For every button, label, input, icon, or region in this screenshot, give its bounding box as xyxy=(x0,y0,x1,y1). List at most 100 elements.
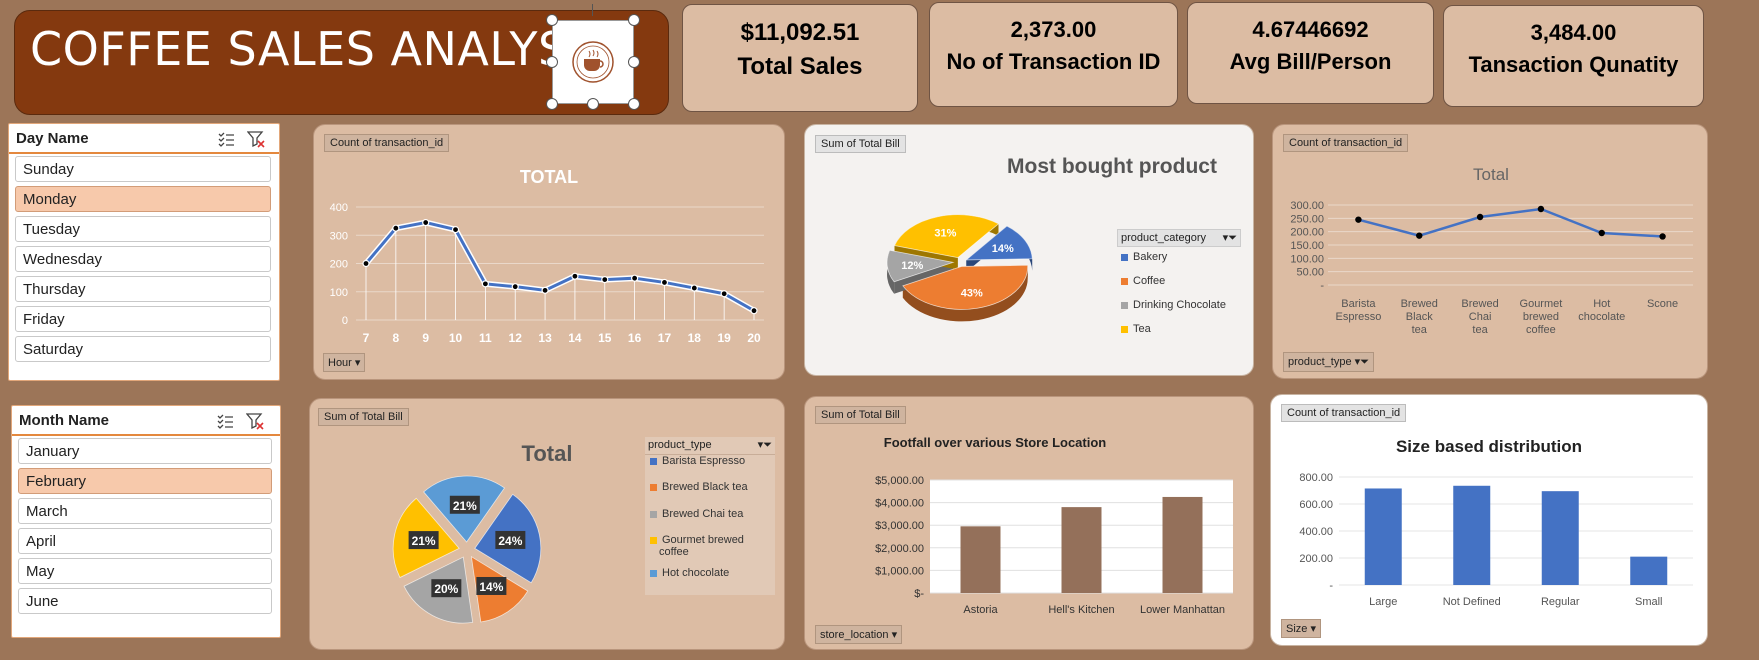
x-tick-label: Regular xyxy=(1541,596,1580,608)
slicer-item-thursday[interactable]: Thursday xyxy=(15,276,271,302)
data-point xyxy=(362,259,370,268)
bar[interactable] xyxy=(1630,556,1668,585)
resize-handle[interactable] xyxy=(628,14,640,26)
resize-handle[interactable] xyxy=(628,56,640,68)
x-tick-label: Gourmet brewed coffee xyxy=(1520,298,1563,336)
slicer-item-wednesday[interactable]: Wednesday xyxy=(15,246,271,272)
slicer-item-monday[interactable]: Monday xyxy=(15,186,271,212)
bar[interactable] xyxy=(1162,496,1203,593)
kpi-label: Total Sales xyxy=(737,53,863,80)
most-bought-panel[interactable]: Sum of Total Bill Most bought product 14%… xyxy=(804,124,1254,376)
multi-select-icon[interactable] xyxy=(216,412,234,430)
y-tick-label: 300 xyxy=(330,230,348,242)
resize-handle[interactable] xyxy=(546,56,558,68)
size-distribution-panel[interactable]: Count of transaction_id Size based distr… xyxy=(1270,394,1708,646)
store-location-axis-button[interactable]: store_location ▾ xyxy=(815,625,903,644)
kpi-label: No of Transaction ID xyxy=(946,49,1161,74)
x-tick-label: 8 xyxy=(393,331,400,345)
product-type-legend: product_type ▾⏷ Barista Espresso Brewed B… xyxy=(645,437,775,595)
filter-icon[interactable]: ▾⏷ xyxy=(1223,231,1237,245)
legend-title-text: product_type xyxy=(648,439,712,451)
legend-label: Drinking Chocolate xyxy=(1133,299,1226,311)
hour-axis-button[interactable]: Hour ▾ xyxy=(323,353,366,372)
kpi-transactions: 2,373.00 No of Transaction ID xyxy=(929,2,1178,107)
y-tick-label: $2,000.00 xyxy=(875,543,924,555)
legend-item[interactable]: Hot chocolate xyxy=(650,567,771,579)
x-tick-label: Large xyxy=(1369,596,1397,608)
data-point xyxy=(1659,233,1666,240)
y-tick-label: $5,000.00 xyxy=(875,475,924,487)
logo-image[interactable] xyxy=(552,20,634,104)
x-tick-label: Lower Manhattan xyxy=(1140,604,1225,616)
data-point xyxy=(1476,213,1484,221)
day-slicer: Day Name Sunday Monday Tuesday Wednesday Thu… xyxy=(8,123,280,381)
data-point xyxy=(690,284,698,292)
data-point xyxy=(451,225,460,234)
resize-handle[interactable] xyxy=(587,98,599,110)
legend-item[interactable]: Tea xyxy=(1121,323,1151,335)
y-tick-label: 250.00 xyxy=(1290,213,1324,225)
multi-select-icon[interactable] xyxy=(217,130,235,148)
y-tick-label: 200.00 xyxy=(1299,553,1333,565)
filter-icon: ▾⏷ xyxy=(1354,356,1369,368)
slicer-item-saturday[interactable]: Saturday xyxy=(15,336,271,362)
slicer-item-friday[interactable]: Friday xyxy=(15,306,271,332)
legend-item[interactable]: Brewed Black tea xyxy=(650,481,771,493)
legend-item[interactable]: Barista Espresso xyxy=(650,455,771,467)
legend-swatch xyxy=(650,510,657,518)
legend-swatch xyxy=(1121,253,1128,261)
legend-item[interactable]: Bakery xyxy=(1121,251,1167,263)
resize-handle[interactable] xyxy=(628,98,640,110)
slicer-item-february[interactable]: February xyxy=(18,468,272,494)
size-axis-button[interactable]: Size ▾ xyxy=(1281,619,1321,638)
legend-item[interactable]: Brewed Chai tea xyxy=(650,508,771,520)
slice-label: 31% xyxy=(934,227,956,239)
filter-icon[interactable]: ▾⏷ xyxy=(758,438,772,452)
legend-item[interactable]: Coffee xyxy=(1121,275,1165,287)
product-type-pie-panel[interactable]: Sum of Total Bill Total 24% 14% 20% 21% 21% p… xyxy=(309,398,785,650)
slicer-item-june[interactable]: June xyxy=(18,588,272,614)
axis-button-label: Size xyxy=(1286,623,1308,635)
slicer-item-tuesday[interactable]: Tuesday xyxy=(15,216,271,242)
legend-item[interactable]: Gourmet brewed coffee xyxy=(650,534,771,558)
data-point xyxy=(750,307,758,315)
bar[interactable] xyxy=(1541,491,1579,585)
data-point xyxy=(1355,216,1362,223)
bar[interactable] xyxy=(1453,485,1491,585)
clear-filter-icon[interactable] xyxy=(247,130,265,148)
slicer-item-april[interactable]: April xyxy=(18,528,272,554)
slicer-item-january[interactable]: January xyxy=(18,438,272,464)
legend-item[interactable]: Drinking Chocolate xyxy=(1121,299,1226,311)
kpi-value: 2,373.00 xyxy=(1010,17,1097,42)
hourly-chart-panel[interactable]: Count of transaction_id TOTAL 0 100 200 300 4… xyxy=(313,124,785,380)
data-point xyxy=(541,286,549,294)
coffee-cup-icon xyxy=(572,41,614,83)
slicer-item-sunday[interactable]: Sunday xyxy=(15,156,271,182)
legend-swatch xyxy=(650,569,657,577)
bar[interactable] xyxy=(960,526,1001,593)
slicer-item-march[interactable]: March xyxy=(18,498,272,524)
dropdown-arrow-icon: ▾ xyxy=(1310,623,1316,635)
y-tick-label: 200.00 xyxy=(1290,227,1324,239)
clear-filter-icon[interactable] xyxy=(246,412,264,430)
legend-title[interactable]: product_category ▾⏷ xyxy=(1117,229,1241,247)
y-tick-label: 400 xyxy=(330,202,348,214)
x-tick-label: 19 xyxy=(717,331,731,345)
resize-handle[interactable] xyxy=(546,98,558,110)
legend-title[interactable]: product_type ▾⏷ xyxy=(645,437,775,455)
slice-label: 24% xyxy=(498,534,522,548)
footfall-panel[interactable]: Sum of Total Bill Footfall over various … xyxy=(804,396,1254,650)
slice-label: 21% xyxy=(412,534,436,548)
bar[interactable] xyxy=(1364,488,1402,585)
resize-handle[interactable] xyxy=(546,14,558,26)
bar[interactable] xyxy=(1061,507,1102,593)
legend-swatch xyxy=(650,457,657,465)
chart-title: Footfall over various Store Location xyxy=(884,435,1107,450)
x-tick-label: 12 xyxy=(509,331,523,345)
kpi-label: Tansaction Qunatity xyxy=(1468,52,1679,77)
data-point xyxy=(660,278,669,287)
slicer-item-may[interactable]: May xyxy=(18,558,272,584)
dropdown-arrow-icon: ▾ xyxy=(891,629,898,641)
product-type-line-panel[interactable]: Count of transaction_id Total -50.00 100.0… xyxy=(1272,124,1708,379)
product-type-axis-button[interactable]: product_type ▾⏷ xyxy=(1283,352,1374,372)
